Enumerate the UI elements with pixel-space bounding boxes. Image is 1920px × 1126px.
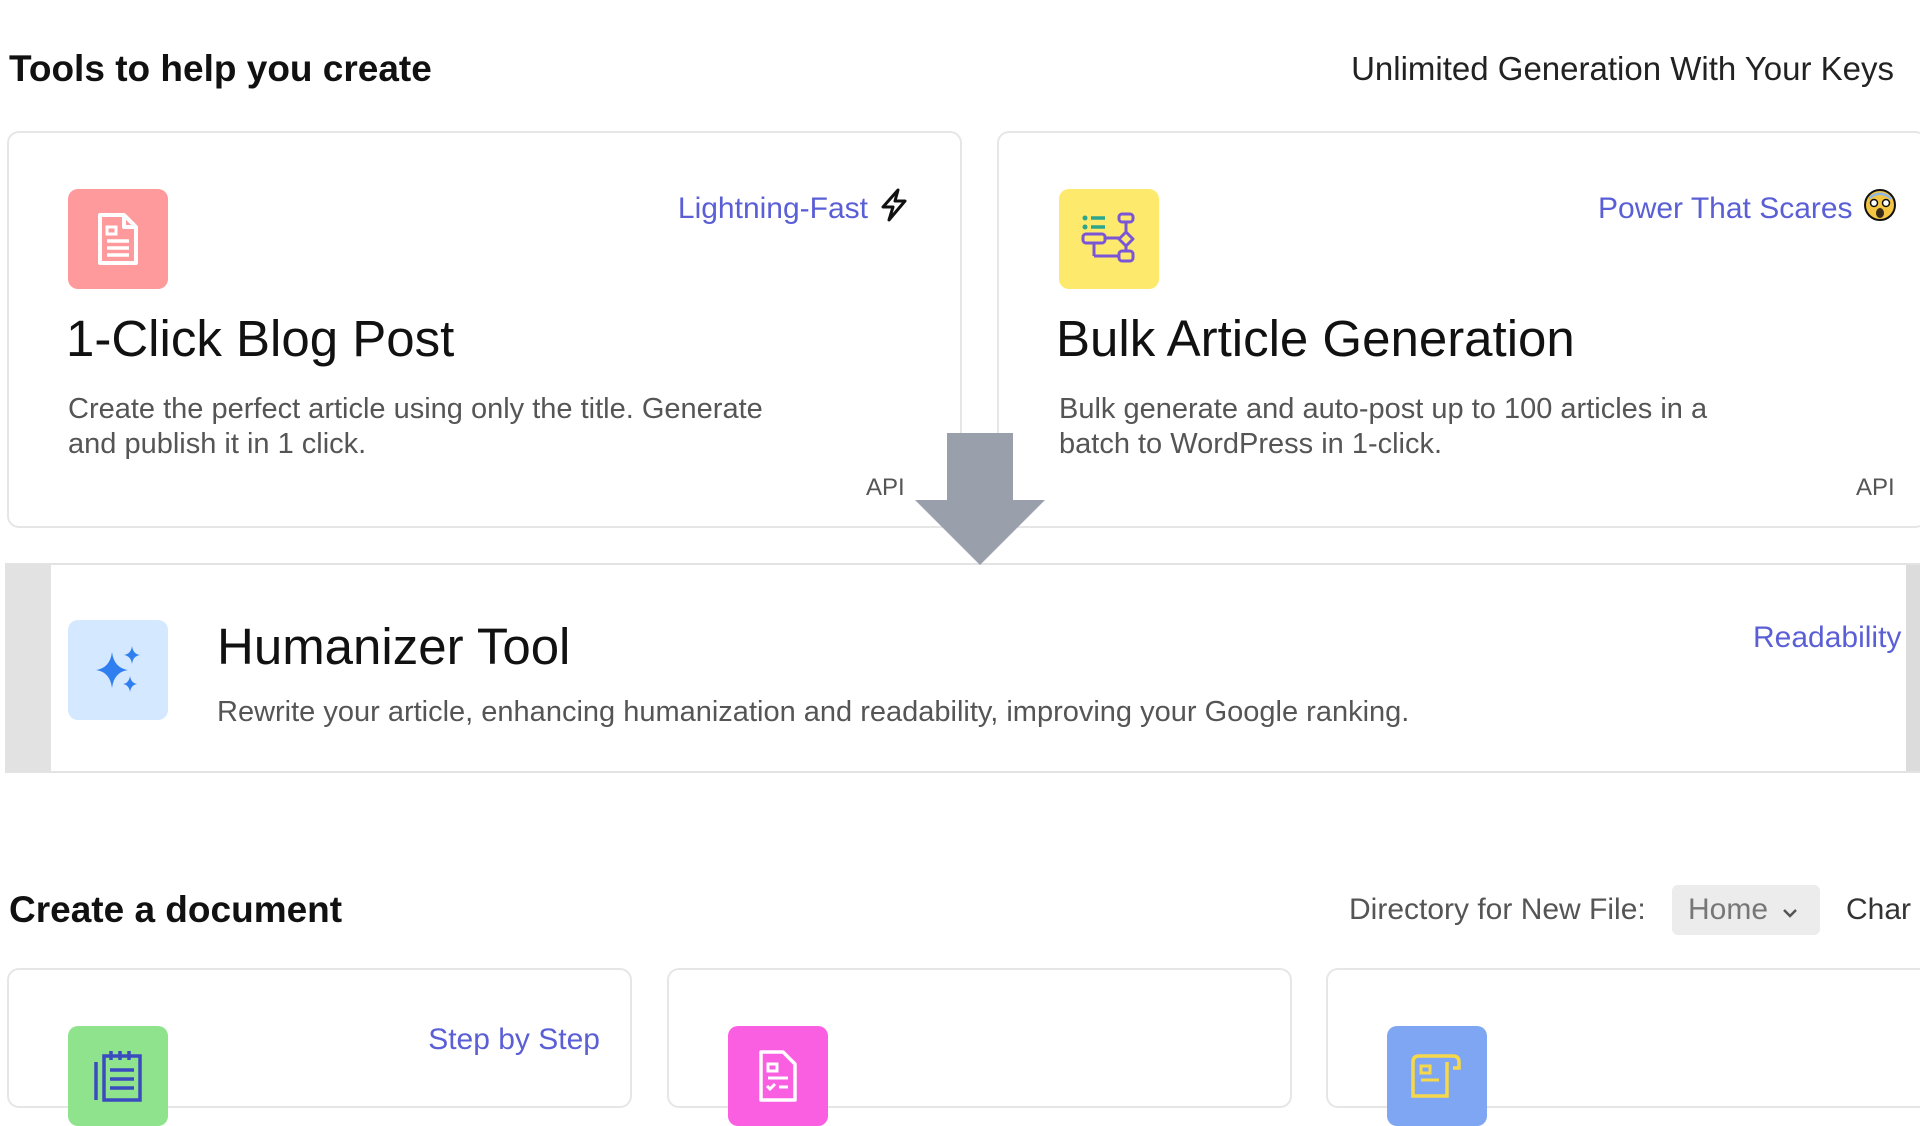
tools-section-header: Tools to help you create Unlimited Gener… bbox=[0, 0, 1920, 100]
blog-post-api-badge: API bbox=[866, 474, 905, 501]
power-that-scares-label: Power That Scares bbox=[1598, 192, 1853, 225]
notepad-icon bbox=[68, 1026, 168, 1126]
char-label[interactable]: Char bbox=[1846, 893, 1911, 927]
doc-card-2[interactable] bbox=[667, 968, 1292, 1126]
checklist-document-icon bbox=[728, 1026, 828, 1126]
directory-select-value: Home bbox=[1688, 893, 1769, 926]
create-document-title: Create a document bbox=[9, 889, 343, 930]
humanizer-description: Rewrite your article, enhancing humaniza… bbox=[217, 696, 1410, 728]
power-that-scares-tag: Power That Scares bbox=[1598, 188, 1897, 230]
humanizer-tool-card[interactable]: Humanizer Tool Rewrite your article, enh… bbox=[5, 563, 1920, 773]
document-icon bbox=[68, 189, 168, 289]
blog-post-title: 1-Click Blog Post bbox=[66, 310, 455, 367]
doc-card-3[interactable] bbox=[1326, 968, 1920, 1126]
blog-post-card[interactable]: Lightning-Fast 1-Click Blog Post Create … bbox=[7, 131, 962, 528]
directory-label: Directory for New File: bbox=[1349, 893, 1646, 926]
sparkles-icon bbox=[68, 620, 168, 720]
blog-post-desc-line2: and publish it in 1 click. bbox=[68, 428, 367, 460]
bulk-article-title: Bulk Article Generation bbox=[1056, 310, 1575, 367]
lightning-fast-label: Lightning-Fast bbox=[677, 192, 868, 225]
blog-post-desc-line1: Create the perfect article using only th… bbox=[68, 393, 763, 425]
lightning-icon bbox=[878, 188, 910, 230]
humanizer-drag-handle[interactable] bbox=[5, 565, 51, 771]
scream-emoji-icon bbox=[1863, 188, 1897, 230]
humanizer-title: Humanizer Tool bbox=[217, 618, 571, 675]
chevron-down-icon bbox=[1782, 893, 1798, 927]
step-by-step-tag: Step by Step bbox=[428, 1023, 600, 1056]
bulk-article-description: Bulk generate and auto-post up to 100 ar… bbox=[1059, 392, 1879, 462]
bulk-article-card[interactable]: Power That Scares Bulk Article Generatio… bbox=[997, 131, 1920, 528]
tools-section-title: Tools to help you create bbox=[9, 48, 432, 89]
blog-post-description: Create the perfect article using only th… bbox=[68, 392, 888, 462]
workflow-icon bbox=[1059, 189, 1159, 289]
lightning-fast-tag: Lightning-Fast bbox=[678, 188, 910, 230]
bulk-article-api-badge: API bbox=[1856, 474, 1895, 501]
scroll-icon bbox=[1387, 1026, 1487, 1126]
readability-tag: Readability bbox=[1753, 621, 1902, 654]
directory-select[interactable]: Home bbox=[1672, 885, 1820, 935]
bulk-desc-line2: batch to WordPress in 1-click. bbox=[1059, 428, 1443, 460]
doc-card-step-by-step[interactable]: Step by Step bbox=[7, 968, 632, 1126]
bulk-desc-line1: Bulk generate and auto-post up to 100 ar… bbox=[1059, 393, 1708, 425]
unlimited-generation-link[interactable]: Unlimited Generation With Your Keys bbox=[1351, 50, 1894, 88]
arrow-down-icon bbox=[915, 433, 1045, 565]
humanizer-scrollbar[interactable] bbox=[1906, 565, 1920, 771]
